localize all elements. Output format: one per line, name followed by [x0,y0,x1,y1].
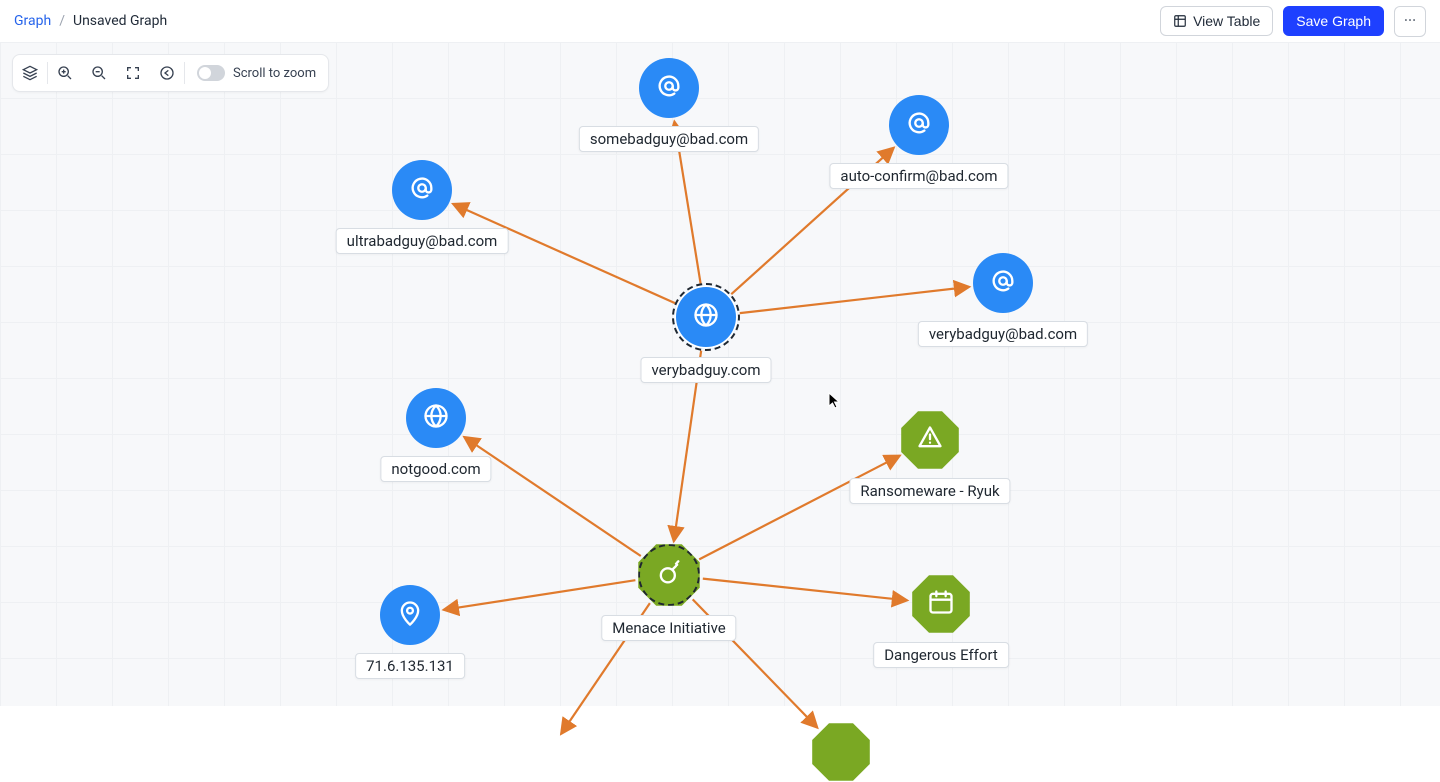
save-graph-button[interactable]: Save Graph [1283,6,1384,36]
graph-edge [699,456,900,560]
top-right-actions: View Table Save Graph [1160,6,1426,37]
warn-icon [916,424,944,456]
graph-node[interactable] [889,95,949,155]
at-icon [655,72,683,104]
node-label: verybadguy.com [641,357,772,383]
graph-node[interactable] [380,585,440,645]
zoom-out-icon [91,65,107,81]
save-graph-label: Save Graph [1296,13,1371,29]
graph-edge [464,437,641,556]
breadcrumb: Graph / Unsaved Graph [14,13,167,29]
mouse-cursor [828,392,842,410]
globe-icon [692,301,720,333]
top-bar: Graph / Unsaved Graph View Table Save Gr… [0,0,1440,42]
graph-node[interactable] [811,722,871,782]
calendar-icon [927,588,955,620]
graph-node[interactable] [406,388,466,448]
graph-canvas[interactable]: Scroll to zoom somebadguy@bad.com auto-co… [0,42,1440,706]
layers-button[interactable] [13,55,47,91]
layers-icon [22,65,38,81]
graph-node[interactable] [900,410,960,470]
scroll-zoom-toggle[interactable]: Scroll to zoom [185,65,328,81]
node-label: Dangerous Effort [873,642,1009,668]
node-label: notgood.com [380,456,491,482]
node-label: 71.6.135.131 [355,653,465,679]
at-icon [905,109,933,141]
node-label: verybadguy@bad.com [918,321,1088,347]
node-label: ultrabadguy@bad.com [336,228,509,254]
zoom-in-button[interactable] [48,55,82,91]
pin-icon [396,599,424,631]
graph-node[interactable] [674,285,738,349]
breadcrumb-current: Unsaved Graph [73,13,167,29]
graph-node[interactable] [637,543,701,607]
switch-control[interactable] [197,65,225,81]
expand-icon [125,65,141,81]
view-table-label: View Table [1193,13,1260,29]
reset-button[interactable] [150,55,184,91]
table-icon [1173,14,1187,28]
graph-node[interactable] [973,253,1033,313]
bomb-icon [655,559,683,591]
at-icon [989,267,1017,299]
node-label: somebadguy@bad.com [579,126,759,152]
node-label: Menace Initiative [601,615,736,641]
zoom-out-button[interactable] [82,55,116,91]
zoom-in-icon [57,65,73,81]
view-table-button[interactable]: View Table [1160,6,1273,36]
breadcrumb-separator: / [59,13,65,29]
graph-edge [703,579,907,601]
node-label: Ransomeware - Ryuk [849,478,1010,504]
graph-edge [740,287,969,313]
rewind-icon [159,65,175,81]
graph-node[interactable] [911,574,971,634]
canvas-toolbar: Scroll to zoom [12,54,329,92]
graph-edge [444,580,636,610]
more-menu-button[interactable] [1394,6,1426,37]
fit-screen-button[interactable] [116,55,150,91]
node-label: auto-confirm@bad.com [829,163,1008,189]
ellipsis-icon [1403,13,1417,27]
graph-node[interactable] [392,160,452,220]
at-icon [408,174,436,206]
breadcrumb-root-link[interactable]: Graph [14,13,51,29]
globe-icon [422,402,450,434]
graph-node[interactable] [639,58,699,118]
scroll-zoom-label: Scroll to zoom [233,66,316,81]
